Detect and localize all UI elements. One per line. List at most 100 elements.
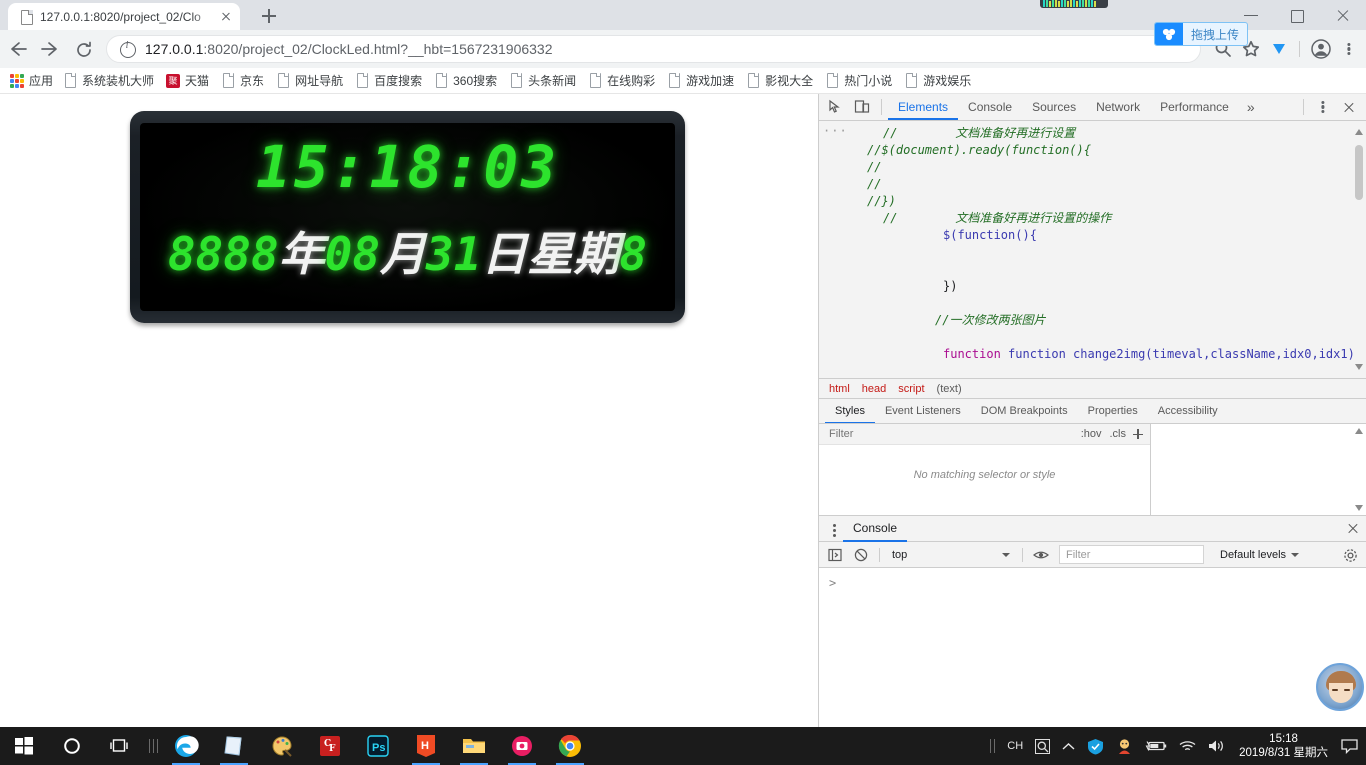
devtools-tab-sources[interactable]: Sources [1022,94,1086,120]
bookmark-item[interactable]: 网址导航 [276,72,343,89]
taskbar-app-paint-icon[interactable] [258,727,306,765]
reload-button[interactable] [68,30,102,68]
bookmark-item[interactable]: 360搜索 [434,72,497,89]
browser-tab[interactable]: 127.0.0.1:8020/project_02/Clo [8,3,240,30]
bookmark-item[interactable]: 京东 [221,72,264,89]
toggle-device-toolbar-icon[interactable] [849,94,875,120]
bookmark-item[interactable]: 聚 天猫 [166,72,209,89]
wifi-icon[interactable] [1173,727,1202,765]
battery-icon[interactable] [1139,727,1173,765]
qq-pcmgr-icon[interactable] [1110,727,1139,765]
show-hidden-icons-icon[interactable] [1056,727,1081,765]
svg-text:Ps: Ps [372,742,385,754]
devtools-more-tabs-icon[interactable]: » [1239,99,1263,115]
bookmark-item[interactable]: 游戏娱乐 [904,72,971,89]
sidebar-tab-dom-breakpoints[interactable]: DOM Breakpoints [971,399,1078,424]
devtools-tab-network[interactable]: Network [1086,94,1150,120]
computed-scrollbar[interactable] [1354,426,1364,513]
bookmark-item[interactable]: 系统装机大师 [63,72,154,89]
sidebar-tab-properties[interactable]: Properties [1078,399,1148,424]
tab-close-icon[interactable] [218,9,234,25]
devtools-tab-console[interactable]: Console [958,94,1022,120]
console-settings-gear-icon[interactable] [1338,543,1362,567]
bookmark-item[interactable]: 影视大全 [746,72,813,89]
netdisk-upload-tooltip[interactable]: 拖拽上传 [1154,22,1249,46]
breadcrumb-head[interactable]: head [862,383,886,395]
console-sidebar-icon[interactable] [823,543,847,567]
ime-indicator[interactable]: CH [1001,727,1029,765]
v-extension-icon[interactable] [1265,30,1293,68]
clear-console-icon[interactable] [849,543,873,567]
windows-start-icon[interactable] [0,727,48,765]
bookmark-item[interactable]: 百度搜索 [355,72,422,89]
scroll-up-arrow-icon[interactable] [1355,127,1363,135]
devtools-settings-icon[interactable] [1310,94,1336,120]
bookmark-item[interactable]: 热门小说 [825,72,892,89]
chrome-menu-icon[interactable] [1336,30,1362,68]
sidebar-tab-styles[interactable]: Styles [825,399,875,424]
scrollbar-thumb[interactable] [1355,145,1363,200]
window-maximize-button[interactable] [1274,0,1320,30]
console-filter-input[interactable]: Filter [1059,545,1204,564]
new-style-rule-button[interactable] [1130,426,1146,442]
ime-mode-icon[interactable] [1029,727,1056,765]
scroll-down-arrow-icon[interactable] [1355,505,1363,511]
window-close-button[interactable] [1320,0,1366,30]
forward-button[interactable] [34,30,68,68]
drawer-menu-icon[interactable] [825,517,843,541]
console-context-value: top [892,548,908,561]
console-prompt[interactable]: > [829,576,836,590]
taskbar-app-screenshot-tool-icon[interactable] [498,727,546,765]
console-context-selector[interactable]: top [886,545,1016,564]
tencent-security-icon[interactable] [1081,727,1110,765]
element-classes-button[interactable]: .cls [1106,428,1131,440]
taskbar-app-edge-browser-icon[interactable] [162,727,210,765]
sidebar-tab-event-listeners[interactable]: Event Listeners [875,399,971,424]
taskbar-app-chrome-browser-icon[interactable] [546,727,594,765]
anime-avatar-icon[interactable] [1316,663,1364,711]
breadcrumb-html[interactable]: html [829,383,850,395]
taskbar-app-coreldraw-icon[interactable]: C F [306,727,354,765]
site-info-icon[interactable] [119,40,136,58]
console-levels-selector[interactable]: Default levels [1220,549,1300,561]
mini-equalizer-widget[interactable] [1040,0,1108,8]
taskbar-app-photoshop-icon[interactable]: Ps [354,727,402,765]
scroll-down-arrow-icon[interactable] [1355,364,1363,372]
breadcrumb-script[interactable]: script [898,383,924,395]
taskbar-app-hbuilder-icon[interactable]: H [402,727,450,765]
back-button[interactable] [0,30,34,68]
scroll-up-arrow-icon[interactable] [1355,428,1363,434]
devtools-tab-elements[interactable]: Elements [888,94,959,120]
live-expression-icon[interactable] [1029,543,1053,567]
console-output[interactable]: > [819,568,1366,727]
task-view-icon[interactable] [96,727,144,765]
code-collapse-ellipsis[interactable]: ··· [823,123,848,140]
system-tray: CH 15:18 2019/8/31 星期六 [983,727,1366,765]
taskbar-app-notepad-icon[interactable] [210,727,258,765]
new-tab-button[interactable] [256,4,282,28]
action-center-icon[interactable] [1336,727,1362,765]
bookmark-item[interactable]: 在线购彩 [588,72,655,89]
address-bar[interactable]: 127.0.0.1:8020/project_02/ClockLed.html?… [106,35,1201,63]
force-state-button[interactable]: :hov [1077,428,1106,440]
bookmark-item[interactable]: 头条新闻 [509,72,576,89]
sidebar-tab-accessibility[interactable]: Accessibility [1148,399,1228,424]
profile-avatar-icon[interactable] [1306,30,1336,68]
volume-icon[interactable] [1202,727,1231,765]
bookmark-label: 游戏娱乐 [923,74,972,88]
devtools-elements-code[interactable]: ··· // 文档准备好再进行设置 //$(document).ready(fu… [819,121,1366,378]
bookmark-label: 热门小说 [844,74,893,88]
inspect-element-icon[interactable] [823,94,849,120]
drawer-close-icon[interactable] [1340,516,1366,542]
taskbar-clock[interactable]: 15:18 2019/8/31 星期六 [1231,732,1336,760]
cortana-search-icon[interactable] [48,727,96,765]
taskbar-app-file-explorer-icon[interactable] [450,727,498,765]
devtools-close-icon[interactable] [1336,94,1362,120]
bookmark-apps-button[interactable]: 应用 [10,72,53,89]
code-scrollbar[interactable] [1354,123,1364,376]
bookmark-item[interactable]: 游戏加速 [667,72,734,89]
breadcrumb-text[interactable]: (text) [937,383,962,395]
devtools-tab-performance[interactable]: Performance [1150,94,1239,120]
styles-filter-input[interactable] [823,424,1077,444]
drawer-tab-console[interactable]: Console [843,516,908,542]
